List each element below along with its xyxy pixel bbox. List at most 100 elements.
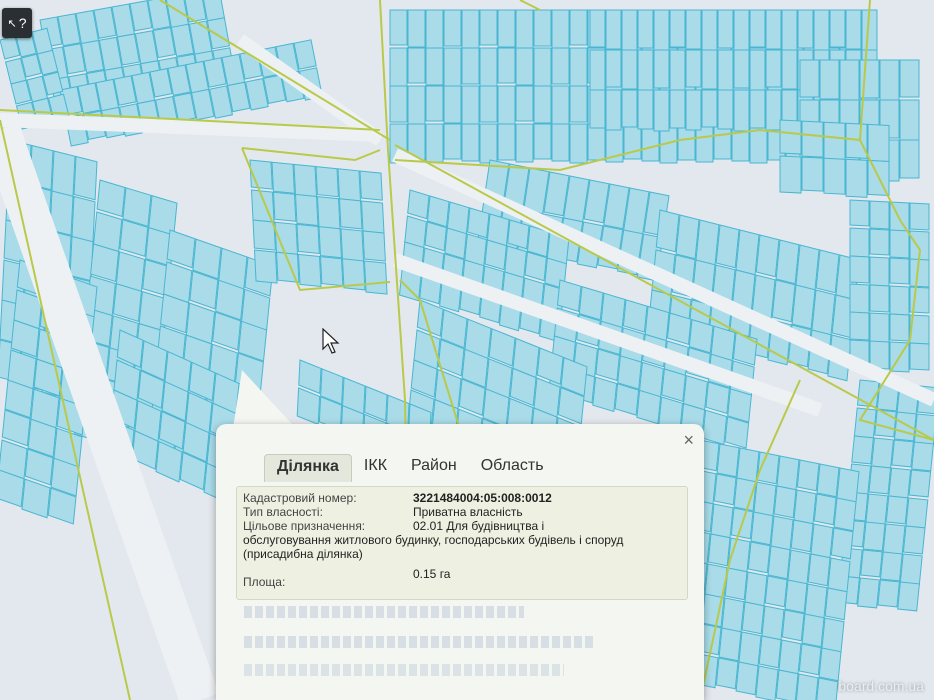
parcel[interactable] — [363, 260, 388, 295]
parcel[interactable] — [905, 497, 929, 529]
parcel[interactable] — [669, 9, 686, 48]
parcel[interactable] — [865, 493, 889, 526]
parcel[interactable] — [688, 318, 714, 354]
parcel[interactable] — [823, 157, 846, 195]
parcel[interactable] — [778, 639, 802, 675]
parcel[interactable] — [407, 85, 426, 125]
parcel[interactable] — [443, 123, 462, 160]
parcel[interactable] — [533, 9, 552, 47]
parcel[interactable] — [515, 9, 534, 50]
parcel[interactable] — [589, 9, 606, 48]
parcel[interactable] — [795, 673, 819, 700]
tab-ikk[interactable]: ІКК — [352, 454, 399, 482]
parcel[interactable] — [899, 99, 920, 141]
parcel[interactable] — [685, 9, 702, 50]
parcel[interactable] — [767, 545, 791, 580]
parcel[interactable] — [653, 49, 670, 89]
parcel[interactable] — [715, 224, 740, 269]
faded-link-3[interactable] — [244, 664, 564, 676]
parcel[interactable] — [655, 209, 680, 253]
cadastral-number-value[interactable]: 3221484004:05:008:0012 — [413, 491, 552, 505]
parcel[interactable] — [271, 161, 295, 194]
parcel[interactable] — [799, 59, 820, 98]
parcel[interactable] — [869, 228, 890, 256]
parcel[interactable] — [569, 9, 588, 46]
parcel[interactable] — [340, 228, 365, 263]
parcel[interactable] — [819, 59, 840, 100]
parcel[interactable] — [891, 439, 914, 468]
parcel[interactable] — [661, 368, 686, 402]
parcel[interactable] — [816, 677, 839, 700]
parcel[interactable] — [721, 597, 745, 634]
tab-region[interactable]: Область — [469, 454, 556, 482]
parcel[interactable] — [798, 643, 822, 676]
parcel[interactable] — [833, 497, 857, 532]
parcel[interactable] — [862, 521, 886, 552]
parcel[interactable] — [497, 123, 516, 161]
parcel[interactable] — [71, 195, 96, 244]
parcel[interactable] — [727, 388, 752, 423]
parcel[interactable] — [724, 567, 748, 601]
help-button[interactable]: ↖ ? — [2, 8, 32, 38]
parcel[interactable] — [815, 249, 840, 294]
parcel[interactable] — [316, 196, 341, 231]
parcel[interactable] — [781, 609, 805, 642]
parcel[interactable] — [868, 465, 892, 495]
parcel[interactable] — [897, 581, 920, 612]
parcel[interactable] — [779, 155, 802, 194]
parcel[interactable] — [857, 577, 880, 609]
parcel[interactable] — [717, 9, 734, 49]
parcel[interactable] — [913, 413, 934, 446]
parcel[interactable] — [122, 187, 152, 227]
parcel[interactable] — [879, 551, 903, 582]
parcel[interactable] — [735, 661, 759, 696]
parcel[interactable] — [515, 85, 534, 122]
parcel[interactable] — [533, 85, 552, 124]
parcel[interactable] — [272, 191, 297, 222]
parcel[interactable] — [738, 631, 762, 668]
parcel[interactable] — [765, 89, 782, 131]
parcel[interactable] — [73, 155, 98, 201]
parcel[interactable] — [605, 89, 622, 131]
parcel[interactable] — [816, 463, 840, 498]
parcel[interactable] — [849, 311, 870, 341]
parcel[interactable] — [578, 285, 604, 321]
parcel[interactable] — [701, 9, 718, 52]
parcel[interactable] — [804, 583, 828, 620]
parcel[interactable] — [849, 255, 870, 284]
parcel[interactable] — [589, 49, 606, 91]
parcel[interactable] — [796, 459, 820, 492]
parcel[interactable] — [715, 657, 739, 690]
parcel[interactable] — [735, 229, 760, 276]
parcel[interactable] — [407, 189, 430, 220]
parcel[interactable] — [755, 665, 779, 700]
parcel[interactable] — [801, 120, 824, 158]
parcel[interactable] — [360, 200, 385, 234]
parcel[interactable] — [319, 256, 344, 287]
parcel[interactable] — [685, 89, 702, 131]
parcel[interactable] — [425, 9, 444, 50]
parcel[interactable] — [621, 9, 638, 52]
parcel[interactable] — [889, 285, 910, 316]
parcel[interactable] — [685, 49, 702, 88]
parcel[interactable] — [877, 579, 900, 608]
parcel[interactable] — [297, 253, 322, 288]
parcel[interactable] — [701, 89, 718, 128]
parcel[interactable] — [467, 207, 490, 239]
parcel[interactable] — [824, 587, 848, 621]
parcel[interactable] — [775, 239, 800, 285]
parcel[interactable] — [899, 59, 920, 98]
parcel[interactable] — [675, 214, 700, 260]
parcel[interactable] — [860, 549, 883, 578]
parcel[interactable] — [359, 170, 383, 201]
parcel[interactable] — [252, 219, 276, 251]
parcel[interactable] — [253, 249, 278, 284]
parcel[interactable] — [637, 9, 654, 49]
parcel[interactable] — [909, 202, 930, 231]
parcel[interactable] — [443, 85, 462, 124]
parcel[interactable] — [461, 123, 480, 162]
parcel[interactable] — [733, 9, 750, 51]
parcel[interactable] — [718, 627, 742, 662]
parcel[interactable] — [869, 256, 890, 287]
parcel[interactable] — [911, 441, 934, 472]
